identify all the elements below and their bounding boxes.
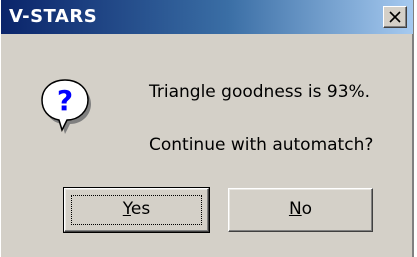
yes-button[interactable]: Yes [63,187,210,233]
question-icon: ? [41,79,91,134]
message-dialog: V-STARS ? Triangle goodness is 93%. Cont… [0,0,414,257]
message-line-1: Triangle goodness is 93%. [149,82,371,102]
svg-text:?: ? [57,84,73,117]
close-button[interactable] [383,6,407,28]
yes-button-label: Yes [122,199,151,219]
no-button[interactable]: No [228,188,373,232]
close-icon [389,11,401,23]
no-button-label: No [288,199,313,219]
message-line-2: Continue with automatch? [149,135,374,155]
window-title: V-STARS [9,6,98,27]
title-bar[interactable]: V-STARS [1,0,413,34]
